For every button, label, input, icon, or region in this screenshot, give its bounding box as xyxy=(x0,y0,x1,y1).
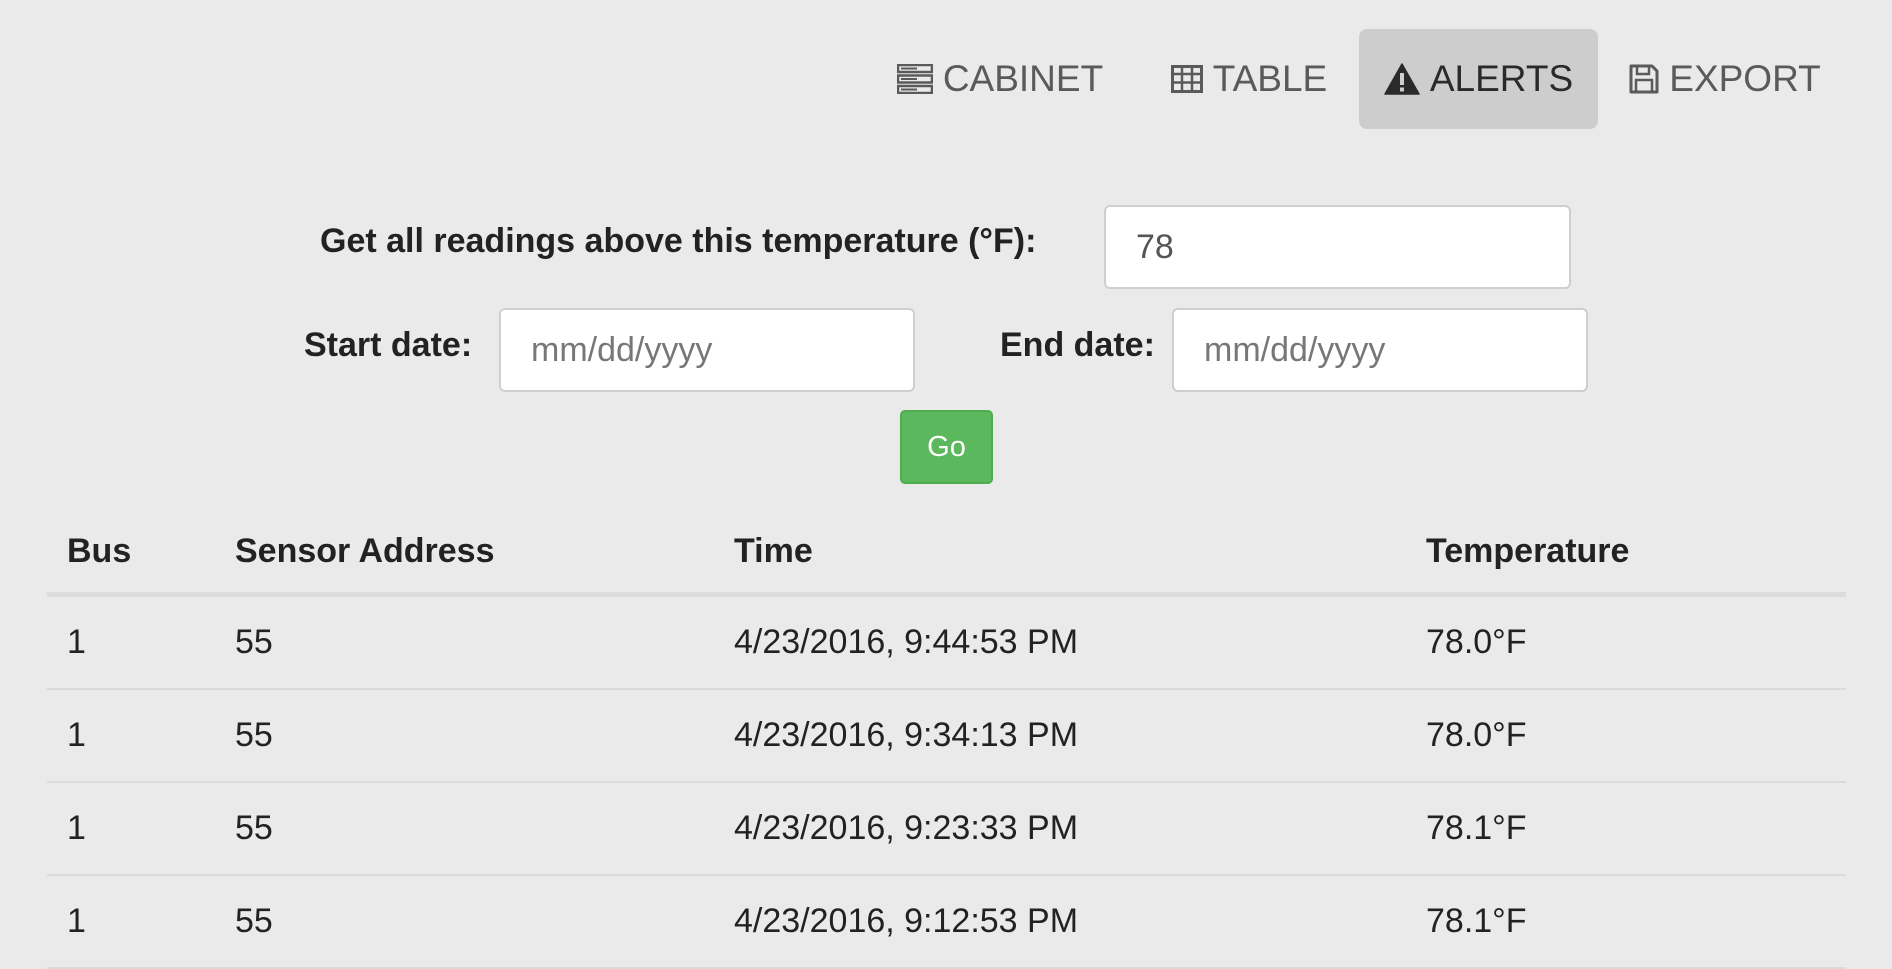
table-row: 1 55 4/23/2016, 9:44:53 PM 78.0°F xyxy=(47,594,1846,690)
threshold-input[interactable] xyxy=(1104,205,1571,289)
nav-export[interactable]: EXPORT xyxy=(1629,29,1821,129)
cell-time: 4/23/2016, 9:44:53 PM xyxy=(714,594,1406,690)
alerts-table: Bus Sensor Address Time Temperature 1 55… xyxy=(47,510,1846,969)
cell-time: 4/23/2016, 9:12:53 PM xyxy=(714,875,1406,969)
cell-sensor-address: 55 xyxy=(215,875,714,969)
nav-table[interactable]: TABLE xyxy=(1166,29,1332,129)
table-row: 1 55 4/23/2016, 9:34:13 PM 78.0°F xyxy=(47,689,1846,783)
table-icon xyxy=(1170,65,1203,93)
floppy-disk-icon xyxy=(1629,64,1659,94)
cell-temperature: 78.0°F xyxy=(1406,594,1846,690)
table-row: 1 55 4/23/2016, 9:23:33 PM 78.1°F xyxy=(47,782,1846,876)
cell-bus: 1 xyxy=(47,594,215,690)
end-date-label: End date: xyxy=(1000,326,1155,364)
cell-bus: 1 xyxy=(47,689,215,783)
cell-bus: 1 xyxy=(47,875,215,969)
nav-table-label: TABLE xyxy=(1212,58,1328,99)
top-nav: CABINET TABLE ALERTS EXPORT xyxy=(0,29,1892,129)
cell-bus: 1 xyxy=(47,782,215,876)
header-sensor-address: Sensor Address xyxy=(215,510,714,597)
cell-temperature: 78.0°F xyxy=(1406,689,1846,783)
nav-alerts[interactable]: ALERTS xyxy=(1359,29,1598,129)
cell-temperature: 78.1°F xyxy=(1406,782,1846,876)
start-date-input[interactable] xyxy=(499,308,915,392)
nav-alerts-label: ALERTS xyxy=(1429,58,1574,99)
threshold-label: Get all readings above this temperature … xyxy=(320,222,1037,260)
cell-sensor-address: 55 xyxy=(215,782,714,876)
table-header-row: Bus Sensor Address Time Temperature xyxy=(47,510,1846,597)
cell-temperature: 78.1°F xyxy=(1406,875,1846,969)
cell-sensor-address: 55 xyxy=(215,594,714,690)
nav-cabinet[interactable]: CABINET xyxy=(896,29,1104,129)
header-bus: Bus xyxy=(47,510,215,597)
table-row: 1 55 4/23/2016, 9:12:53 PM 78.1°F xyxy=(47,875,1846,969)
warning-icon xyxy=(1384,63,1420,95)
go-button[interactable]: Go xyxy=(900,410,993,484)
server-icon xyxy=(896,64,933,94)
end-date-input[interactable] xyxy=(1172,308,1588,392)
nav-cabinet-label: CABINET xyxy=(942,58,1104,99)
cell-time: 4/23/2016, 9:23:33 PM xyxy=(714,782,1406,876)
header-temperature: Temperature xyxy=(1406,510,1846,597)
header-time: Time xyxy=(714,510,1406,597)
start-date-label: Start date: xyxy=(304,326,473,364)
cell-time: 4/23/2016, 9:34:13 PM xyxy=(714,689,1406,783)
nav-export-label: EXPORT xyxy=(1669,58,1821,99)
cell-sensor-address: 55 xyxy=(215,689,714,783)
